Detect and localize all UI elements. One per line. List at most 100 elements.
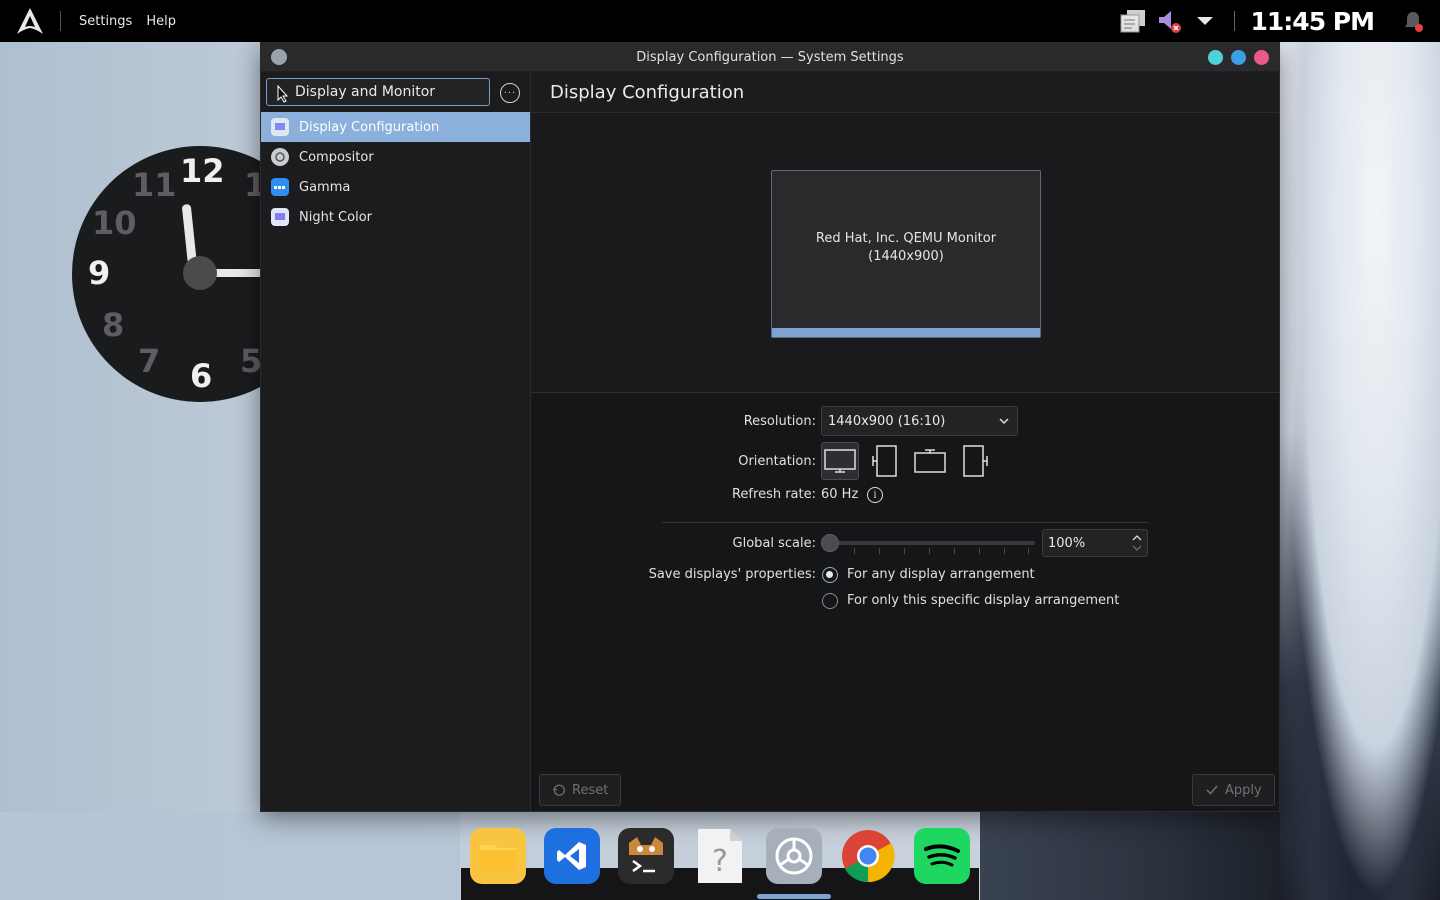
slider-tick [954, 548, 955, 554]
portrait-right-icon [963, 445, 988, 477]
clock-numeral-10: 10 [92, 204, 137, 242]
wallpaper-artwork [1280, 42, 1440, 900]
window-title: Display Configuration — System Settings [636, 49, 904, 65]
slider-tick [904, 548, 905, 554]
spin-up-down-icon[interactable] [1131, 533, 1143, 553]
search-input[interactable]: Display and Monitor [266, 78, 490, 106]
tray-separator [1233, 11, 1235, 31]
slider-tick [1028, 548, 1029, 554]
monitor-primary-bar [772, 328, 1040, 337]
wallpaper-left-bottom [0, 812, 460, 900]
arch-logo-icon[interactable] [0, 0, 60, 42]
sidebar-item-label: Compositor [299, 149, 374, 165]
clock-numeral-8: 8 [102, 306, 125, 344]
terminal-app-icon[interactable] [618, 828, 674, 884]
page-title: Display Configuration [531, 72, 1279, 113]
display-arrangement-area: Red Hat, Inc. QEMU Monitor (1440x900) [531, 113, 1279, 393]
more-options-button[interactable]: ··· [500, 83, 520, 103]
sidebar: Display and Monitor ··· Display Configur… [261, 72, 531, 811]
global-scale-label: Global scale: [732, 536, 816, 551]
notes-icon[interactable] [1118, 6, 1148, 36]
apply-button[interactable]: Apply [1192, 774, 1275, 806]
orientation-portrait-right-button[interactable] [956, 442, 994, 480]
night-color-icon [271, 208, 289, 226]
active-app-indicator [757, 894, 831, 899]
chevron-down-icon [999, 418, 1009, 425]
clock-numeral-11: 11 [132, 166, 177, 204]
search-input-value: Display and Monitor [295, 84, 436, 100]
spotify-app-icon[interactable] [914, 828, 970, 884]
svg-text:?: ? [712, 844, 728, 879]
landscape-icon [824, 449, 856, 473]
upside-down-icon [914, 449, 946, 473]
orientation-upside-down-button[interactable] [911, 442, 949, 480]
monitor-name: Red Hat, Inc. QEMU Monitor [815, 231, 997, 246]
notification-bell-icon[interactable] [1398, 6, 1428, 36]
gamma-icon [271, 178, 289, 196]
files-app-icon[interactable] [470, 828, 526, 884]
slider-tick [854, 548, 855, 554]
compositor-icon [271, 148, 289, 166]
mouse-cursor-icon [277, 85, 289, 103]
maximize-button[interactable] [1231, 50, 1246, 65]
reset-button-label: Reset [572, 782, 609, 798]
panel-clock[interactable]: 11:45 PM [1251, 7, 1375, 36]
window-titlebar[interactable]: Display Configuration — System Settings [261, 43, 1279, 72]
clock-numeral-7: 7 [138, 342, 161, 380]
sidebar-item-label: Gamma [299, 179, 351, 195]
sidebar-item-compositor[interactable]: Compositor [261, 142, 530, 172]
minimize-button[interactable] [1208, 50, 1223, 65]
sidebar-item-night-color[interactable]: Night Color [261, 202, 530, 232]
content-pane: Display Configuration Red Hat, Inc. QEMU… [531, 72, 1279, 811]
global-scale-slider-handle[interactable] [821, 534, 839, 552]
orientation-portrait-left-button[interactable] [866, 442, 904, 480]
monitor-preview[interactable]: Red Hat, Inc. QEMU Monitor (1440x900) [771, 170, 1041, 338]
apply-button-label: Apply [1225, 782, 1262, 798]
menu-help[interactable]: Help [146, 14, 176, 29]
resolution-label: Resolution: [743, 414, 816, 429]
save-properties-label: Save displays' properties: [648, 567, 816, 582]
sidebar-item-display-configuration[interactable]: Display Configuration [261, 112, 530, 142]
slider-tick [929, 548, 930, 554]
orientation-landscape-button[interactable] [821, 442, 859, 480]
settings-divider [662, 522, 1149, 523]
orientation-label: Orientation: [738, 454, 816, 469]
refresh-rate-label: Refresh rate: [731, 487, 816, 502]
system-settings-app-icon[interactable] [766, 828, 822, 884]
close-button[interactable] [1254, 50, 1269, 65]
panel-separator [60, 11, 61, 31]
save-specific-arrangement-radio[interactable] [822, 593, 838, 609]
volume-muted-icon[interactable] [1154, 6, 1184, 36]
slider-tick [1004, 548, 1005, 554]
reset-button[interactable]: Reset [539, 774, 622, 806]
help-app-icon[interactable]: ? [692, 828, 748, 884]
slider-tick [879, 548, 880, 554]
system-settings-app-icon[interactable] [271, 49, 287, 65]
clock-numeral-12: 12 [180, 152, 225, 190]
resolution-dropdown[interactable]: 1440x900 (16:10) [821, 406, 1018, 436]
portrait-left-icon [872, 445, 897, 477]
display-icon [271, 118, 289, 136]
wallpaper-artwork-bottom [980, 812, 1280, 900]
checkmark-icon [1206, 785, 1218, 795]
save-specific-arrangement-label[interactable]: For only this specific display arrangeme… [847, 593, 1119, 608]
global-scale-value: 100% [1048, 535, 1086, 551]
refresh-rate-value: 60 Hz [821, 487, 859, 502]
tray-expand-chevron-icon[interactable] [1190, 6, 1220, 36]
monitor-resolution: (1440x900) [868, 249, 944, 264]
chrome-app-icon[interactable] [840, 828, 896, 884]
slider-tick [979, 548, 980, 554]
save-any-arrangement-label[interactable]: For any display arrangement [847, 567, 1035, 582]
global-scale-spinbox[interactable]: 100% [1042, 529, 1148, 557]
global-scale-slider[interactable] [829, 541, 1035, 545]
system-settings-window: Display Configuration — System Settings … [260, 42, 1280, 812]
clock-hub [183, 256, 217, 290]
save-any-arrangement-radio[interactable] [822, 567, 838, 583]
vscode-app-icon[interactable] [544, 828, 600, 884]
top-panel: Settings Help 11:45 PM [0, 0, 1440, 42]
refresh-rate-info-icon[interactable]: i [867, 487, 883, 503]
sidebar-item-gamma[interactable]: Gamma [261, 172, 530, 202]
menu-settings[interactable]: Settings [79, 14, 132, 29]
clock-numeral-5: 5 [240, 342, 263, 380]
clock-numeral-9: 9 [88, 254, 111, 292]
